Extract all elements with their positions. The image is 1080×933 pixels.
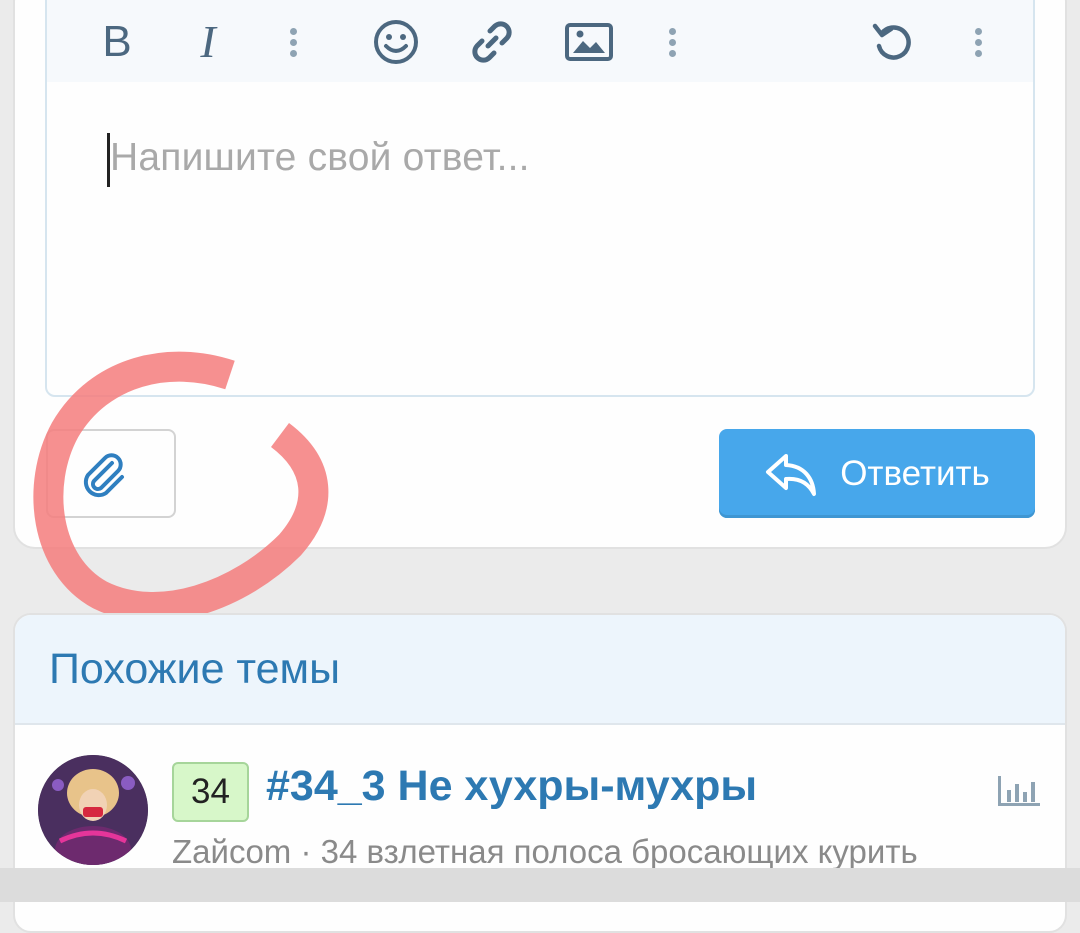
reply-placeholder: Напишите свой ответ... bbox=[110, 136, 530, 179]
image-icon bbox=[565, 23, 613, 61]
bottom-edge-bar bbox=[0, 868, 1080, 902]
more-dots-icon bbox=[668, 24, 676, 61]
reply-button[interactable]: Ответить bbox=[719, 429, 1035, 518]
more-insert-button[interactable] bbox=[668, 12, 676, 72]
link-icon bbox=[472, 21, 512, 63]
more-dots-icon bbox=[289, 24, 297, 61]
poll-icon bbox=[998, 776, 1040, 806]
thread-title-link[interactable]: #34_3 Не хухры-мухры bbox=[266, 762, 757, 811]
more-formatting-button[interactable] bbox=[289, 12, 297, 72]
link-button[interactable] bbox=[467, 12, 517, 72]
paperclip-icon bbox=[83, 452, 124, 497]
smiley-icon bbox=[374, 20, 418, 64]
image-button[interactable] bbox=[564, 12, 614, 72]
more-options-button[interactable] bbox=[974, 12, 982, 72]
undo-icon bbox=[872, 23, 911, 60]
editor-toolbar: B I bbox=[47, 0, 1033, 82]
avatar-image bbox=[38, 755, 148, 865]
undo-button[interactable] bbox=[869, 12, 917, 72]
thread-prefix-badge: 34 bbox=[172, 762, 249, 822]
reply-arrow-icon bbox=[766, 453, 817, 496]
similar-threads-title: Похожие темы bbox=[49, 645, 341, 693]
italic-icon: I bbox=[200, 16, 216, 67]
avatar[interactable] bbox=[38, 755, 148, 865]
similar-threads-header: Похожие темы bbox=[15, 615, 1065, 725]
more-dots-icon bbox=[974, 24, 982, 61]
emoji-button[interactable] bbox=[372, 12, 420, 72]
attach-file-button[interactable] bbox=[46, 429, 176, 518]
bold-icon: B bbox=[102, 17, 132, 66]
italic-button[interactable]: I bbox=[190, 12, 226, 72]
bold-button[interactable]: B bbox=[97, 12, 137, 72]
reply-button-label: Ответить bbox=[840, 453, 990, 493]
thread-meta: Zaйcom · 34 взлетная полоса бросающих ку… bbox=[172, 833, 918, 870]
